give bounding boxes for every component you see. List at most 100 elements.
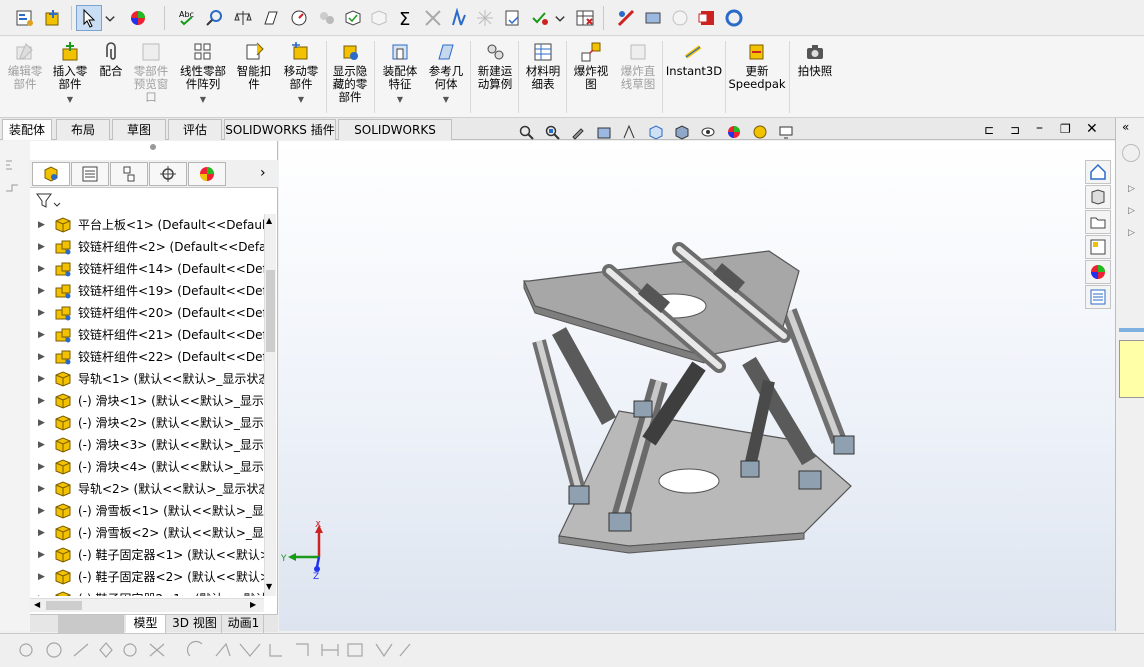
zoom-to-area-icon[interactable] [541,122,563,142]
expand-arrow-icon[interactable]: ▶ [38,478,45,500]
new-motion-study-button[interactable]: 新建运 动算例 [474,41,516,91]
tree-row[interactable]: ▶ 铰链杆组件<22> (Default<<Defa [30,346,264,368]
yellow-note-panel[interactable] [1119,340,1144,398]
expand-arrow-icon[interactable]: ▶ [38,456,45,478]
explode-line-sketch-button[interactable]: 爆炸直 线草图 [616,41,660,91]
restore-icon[interactable]: ❐ [1060,122,1071,136]
component-properties-icon[interactable] [12,5,38,31]
tree-row[interactable]: ▶ (-) 滑块<4> (默认<<默认>_显示状 [30,456,264,478]
view-palette-icon[interactable] [1085,235,1111,259]
chevron-down-icon[interactable]: ▼ [397,93,403,106]
scroll-thumb[interactable] [46,601,82,610]
tree-row[interactable]: ▶ 平台上板<1> (Default<<Default [30,214,264,236]
office-icon[interactable] [694,5,720,31]
measure-icon[interactable] [202,5,228,31]
graphics-area[interactable]: X Y Z [279,141,1115,631]
expand-arrow-icon[interactable]: ▶ [38,588,45,596]
physical-dynamics-icon[interactable] [314,5,340,31]
panel-grip[interactable] [150,144,156,150]
filter-icon[interactable] [34,191,64,211]
options-icon[interactable] [613,5,639,31]
apply-scene-icon[interactable] [749,122,771,142]
hide-show-items-icon[interactable] [697,122,719,142]
chevron-right-icon[interactable]: › [260,165,266,181]
assembly-features-button[interactable]: 装配体 特征 ▼ [378,41,422,106]
sum-icon[interactable]: Σ [393,5,419,31]
tree-vertical-scrollbar[interactable]: ▲ ▼ [264,214,276,596]
expand-arrow-icon[interactable]: ▶ [38,368,45,390]
tab-configuration-manager[interactable] [110,162,148,186]
insert-component-icon[interactable] [40,5,66,31]
tree-row[interactable]: ▶ 铰链杆组件<19> (Default<<Defa [30,280,264,302]
view-settings-icon[interactable] [775,122,797,142]
appearance-icon[interactable] [125,5,151,31]
expand-arrow-icon[interactable]: ▶ [38,258,45,280]
interference-icon[interactable] [420,5,446,31]
file-explorer-icon[interactable] [1085,210,1111,234]
table-icon[interactable] [572,5,598,31]
tree-row[interactable]: ▶ 铰链杆组件<14> (Default<<Defa [30,258,264,280]
select-icon[interactable] [76,5,102,31]
show-hidden-components-button[interactable]: 显示隐 藏的零 部件 [330,41,370,104]
chevron-down-icon[interactable]: ▼ [443,93,449,106]
expand-arrow-icon[interactable]: ▶ [38,434,45,456]
update-speedpak-button[interactable]: 更新 Speedpak [728,41,786,91]
tab-navigation-arrows[interactable] [58,615,124,633]
scroll-up-icon[interactable]: ▲ [266,216,272,225]
component-preview-button[interactable]: 零部件 预览窗 口 [130,41,172,104]
tree-row[interactable]: ▶ (-) 滑雪板<1> (默认<<默认>_显示 [30,500,264,522]
smart-fasteners-button[interactable]: 智能扣 件 [234,41,274,91]
section-icon[interactable] [258,5,284,31]
tree-row[interactable]: ▶ (-) 鞋子固定器<2> (默认<<默认> [30,566,264,588]
display-style-icon[interactable] [671,122,693,142]
expand-arrow-icon[interactable]: ▶ [38,236,45,258]
minimize-icon[interactable]: – [1036,120,1043,136]
tab-assembly[interactable]: 装配体 [2,119,52,140]
previous-window-icon[interactable]: ⊏ [984,123,994,137]
expand-arrow-icon[interactable]: ▶ [38,500,45,522]
chevron-down-icon[interactable]: ▼ [67,93,73,106]
tab-evaluate[interactable]: 评估 [168,119,222,140]
instant3d-button[interactable]: Instant3D [666,41,722,78]
chevron-down-icon[interactable] [553,5,567,31]
expand-arrow-icon[interactable]: ▷ [1128,228,1135,238]
collapse-pane-icon[interactable]: « [1122,120,1129,134]
solidworks-resources-icon[interactable] [1085,160,1111,184]
expand-arrow-icon[interactable]: ▷ [1128,184,1135,194]
tab-solidworks-mbd[interactable]: SOLIDWORKS MBD [338,119,452,157]
tree-row[interactable]: ▶ (-) 滑块<2> (默认<<默认>_显示状 [30,412,264,434]
expand-arrow-icon[interactable]: ▶ [38,390,45,412]
tab-feature-tree[interactable] [32,162,70,186]
expand-arrow-icon[interactable]: ▶ [38,346,45,368]
edit-component-button[interactable]: 编辑零 部件 [6,41,44,91]
sketch-tools[interactable] [0,634,420,664]
expand-arrow-icon[interactable]: ▶ [38,214,45,236]
mate-button[interactable]: 配合 [96,41,126,78]
spell-check-icon[interactable]: Abc [174,5,200,31]
chevron-down-icon[interactable] [103,5,117,31]
mass-properties-icon[interactable] [230,5,256,31]
section-view-icon[interactable] [593,122,615,142]
chevron-down-icon[interactable]: ▼ [298,93,304,106]
move-component-button[interactable]: 移动零 部件 ▼ [280,41,322,106]
close-icon[interactable]: ✕ [1086,121,1098,137]
exploded-view-button[interactable]: 爆炸视 图 [570,41,612,91]
side-strip-icons[interactable] [0,141,30,201]
expand-arrow-icon[interactable]: ▶ [38,280,45,302]
back-icon[interactable] [1122,144,1140,162]
tree-row[interactable]: ▶ 导轨<1> (默认<<默认>_显示状态 [30,368,264,390]
expand-arrow-icon[interactable]: ▶ [38,522,45,544]
rebuild-check-icon[interactable] [527,5,553,31]
next-window-icon[interactable]: ⊐ [1010,123,1020,137]
tree-row[interactable]: ▶ (-) 滑块<1> (默认<<默认>_显示状 [30,390,264,412]
dynamic-annotation-icon[interactable] [619,122,641,142]
tab-property-manager[interactable] [71,162,109,186]
tree-row[interactable]: ▶ (-) 鞋子固定器<1> (默认<<默认> [30,544,264,566]
tab-dimxpert[interactable] [149,162,187,186]
tree-row[interactable]: ▶ 铰链杆组件<21> (Default<<Defa [30,324,264,346]
motion-icon[interactable] [446,5,472,31]
tab-model[interactable]: 模型 [126,615,166,633]
rebuild-icon[interactable] [500,5,526,31]
tree-row[interactable]: ▶ (-) 鞋子固定器2<1> (默认<<默认 [30,588,264,596]
tree-row[interactable]: ▶ (-) 滑块<3> (默认<<默认>_显示状 [30,434,264,456]
